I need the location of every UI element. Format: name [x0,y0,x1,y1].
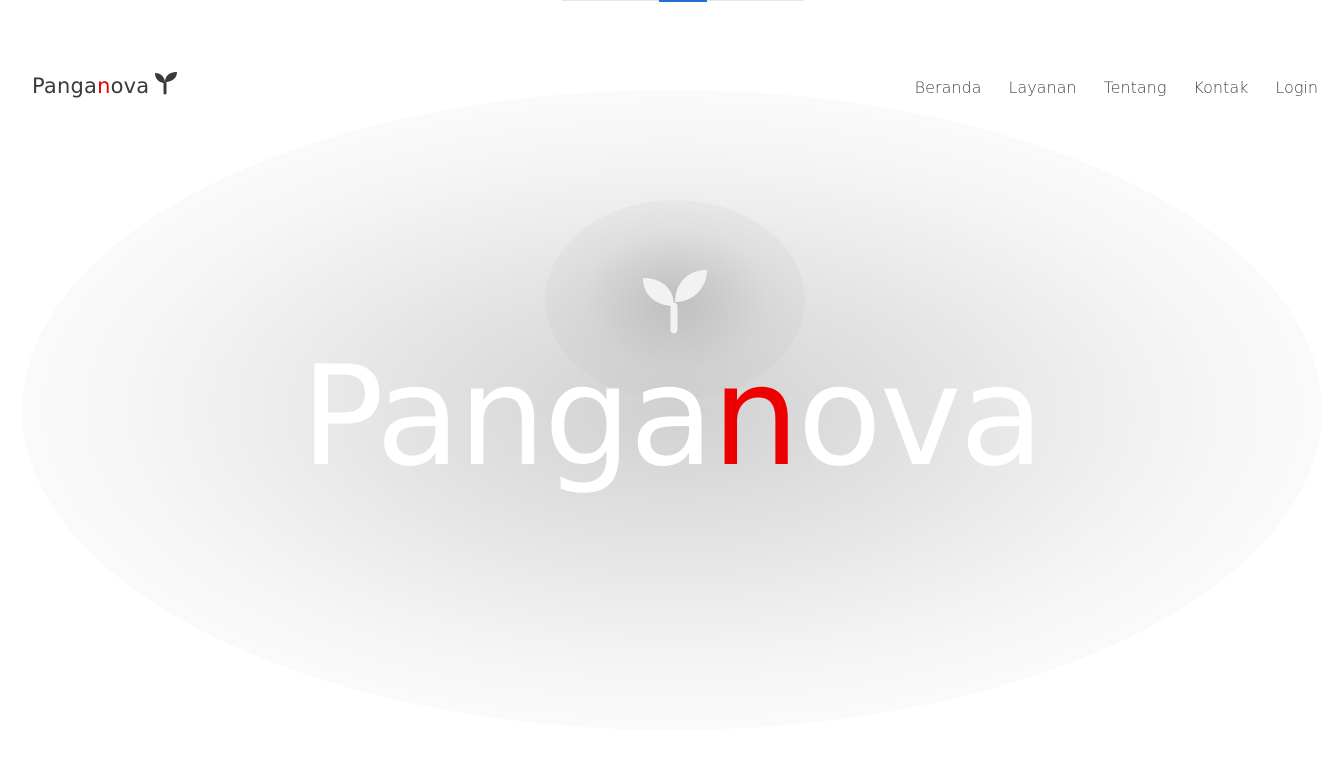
top-scroll-indicator[interactable] [562,0,804,2]
nav-item-tentang: Tentang [1077,74,1167,101]
brand-logo-link[interactable]: Panganova [32,69,179,100]
nav-link-layanan[interactable]: Layanan [1008,74,1076,101]
brand-name-prefix: Panga [32,74,98,98]
nav-link-beranda[interactable]: Beranda [915,74,982,101]
sprout-icon [153,69,179,100]
nav-item-layanan: Layanan [981,74,1076,101]
sprout-icon [641,268,709,339]
nav-item-beranda: Beranda [888,74,982,101]
hero-title-accent: n [712,336,799,497]
hero-section: Panganova [0,90,1343,768]
brand-name-suffix: ova [110,74,150,98]
hero-title-suffix: ova [797,336,1045,497]
main-nav: Beranda Layanan Tentang Kontak Login [888,74,1318,101]
nav-link-login[interactable]: Login [1275,74,1318,101]
nav-link-kontak[interactable]: Kontak [1193,74,1248,101]
top-scroll-thumb[interactable] [659,0,707,2]
brand-name-accent: n [97,74,111,98]
hero-title-prefix: Panga [300,336,714,497]
hero-title: Panganova [0,342,1343,492]
brand-name: Panganova [32,72,149,100]
nav-item-login: Login [1248,74,1318,101]
nav-link-tentang[interactable]: Tentang [1104,74,1167,101]
nav-item-kontak: Kontak [1166,74,1248,101]
page: Panganova Beranda Layanan Tentang Kontak… [0,0,1343,768]
